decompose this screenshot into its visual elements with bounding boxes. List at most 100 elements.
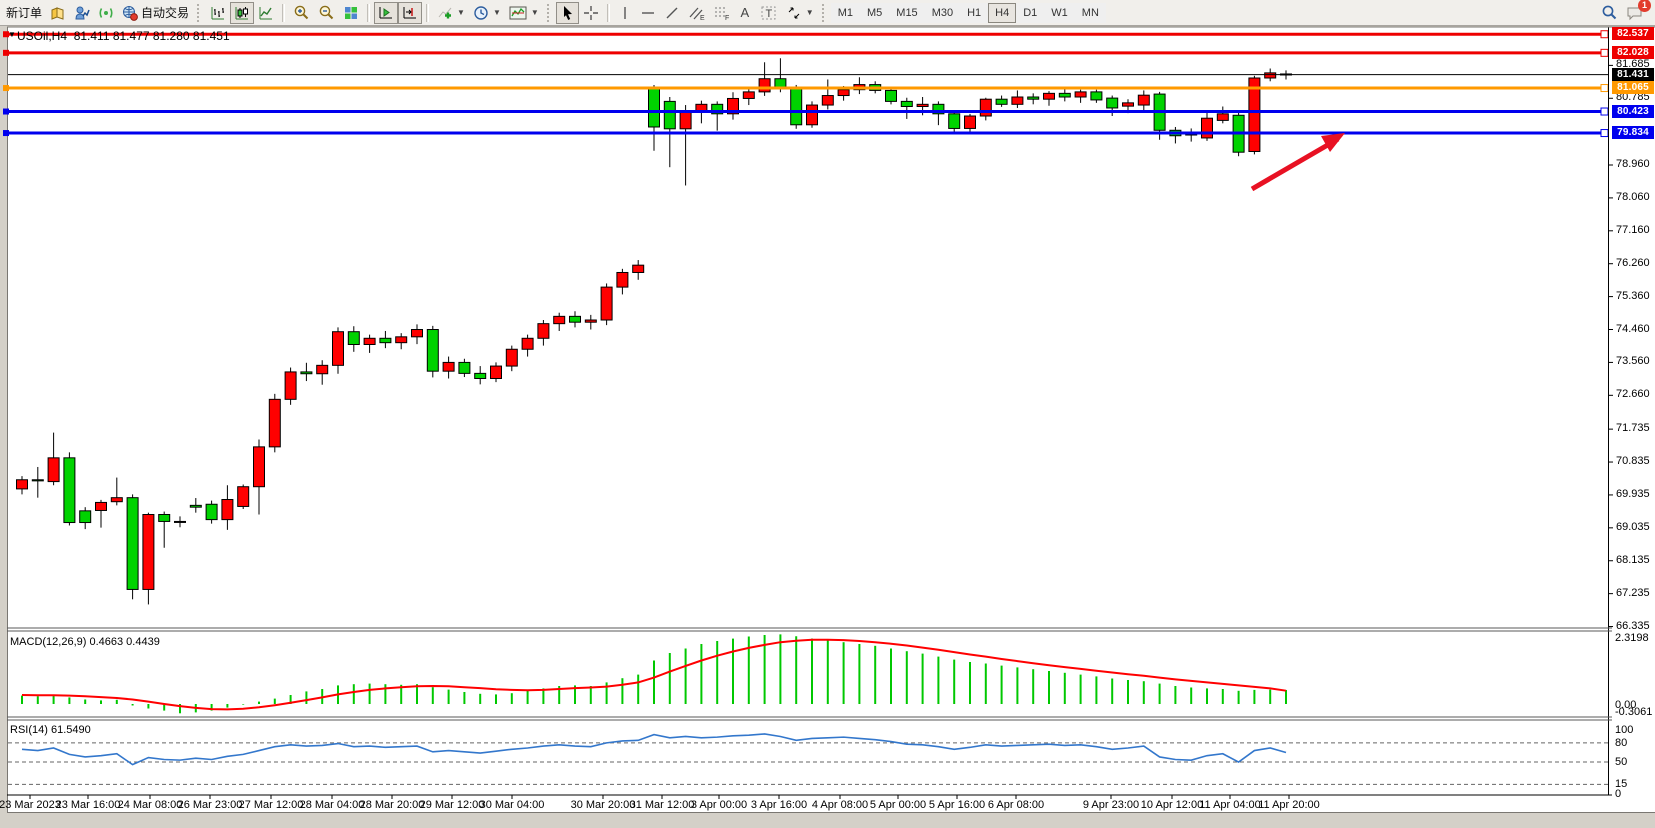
y-axis-tick-label: 78.060 (1616, 191, 1650, 203)
timeframe-button-d1[interactable]: D1 (1016, 3, 1044, 23)
profiles-folder-icon (50, 5, 66, 21)
template-chart-icon (509, 5, 527, 21)
crosshair-button[interactable] (579, 2, 603, 24)
time-axis-label: 30 Mar 04:00 (480, 799, 545, 811)
arrows-tool-icon (786, 5, 802, 21)
search-icon (1601, 4, 1618, 21)
rsi-scale-label: 80 (1615, 737, 1627, 749)
bar-chart-icon (210, 5, 226, 21)
signal-tower-icon (98, 5, 114, 21)
profiles-button[interactable] (46, 2, 70, 24)
timeframe-button-m30[interactable]: M30 (925, 3, 960, 23)
timeframe-button-m15[interactable]: M15 (889, 3, 924, 23)
price-level-box[interactable]: 82.537 (1612, 27, 1654, 40)
auto-scroll-button[interactable] (374, 2, 398, 24)
new-order-label: 新订单 (6, 4, 42, 21)
zoom-out-button[interactable] (314, 2, 339, 24)
timeframe-button-m5[interactable]: M5 (860, 3, 889, 23)
bar-chart-button[interactable] (206, 2, 230, 24)
y-axis-tick-label: 76.260 (1616, 257, 1650, 269)
horizontal-line-button[interactable] (636, 2, 660, 24)
equidistant-channel-button[interactable]: E (684, 2, 709, 24)
periods-button[interactable]: ▼ (469, 2, 505, 24)
indicators-button[interactable]: ▼ (433, 2, 469, 24)
macd-scale-min: -0.3061 (1615, 706, 1652, 718)
auto-trading-button[interactable]: 自动交易 (118, 2, 193, 24)
time-axis-label: 29 Mar 12:00 (420, 799, 485, 811)
time-axis-label: 5 Apr 16:00 (929, 799, 985, 811)
time-axis-label: 3 Apr 16:00 (751, 799, 807, 811)
time-axis-label: 26 Mar 23:00 (178, 799, 243, 811)
chart-shift-button[interactable] (398, 2, 422, 24)
y-axis-tick-label: 68.135 (1616, 554, 1650, 566)
price-level-box[interactable]: 82.028 (1612, 46, 1654, 59)
zoom-in-button[interactable] (289, 2, 314, 24)
toolbar-separator (282, 4, 285, 22)
mt4-window: 新订单 自动交易 (0, 0, 1655, 828)
toolbar-separator (607, 4, 610, 22)
fibonacci-button[interactable]: F (709, 2, 734, 24)
horizontal-line-icon (640, 5, 656, 21)
add-indicator-icon (437, 5, 453, 21)
templates-button[interactable]: ▼ (505, 2, 543, 24)
text-tool-glyph: A (740, 5, 749, 20)
y-axis-tick-label: 71.735 (1616, 422, 1650, 434)
chart-title: USOil,H4 81.411 81.477 81.280 81.451 (17, 29, 230, 43)
timeframe-button-mn[interactable]: MN (1075, 3, 1106, 23)
price-level-box[interactable]: 81.065 (1612, 81, 1654, 94)
timeframe-button-h4[interactable]: H4 (988, 3, 1016, 23)
tile-windows-button[interactable] (339, 2, 363, 24)
toolbar-grip (822, 4, 827, 22)
trendline-button[interactable] (660, 2, 684, 24)
text-label-button[interactable]: T (756, 2, 782, 24)
time-axis-label: 4 Apr 08:00 (812, 799, 868, 811)
dropdown-caret-icon: ▼ (457, 8, 465, 17)
time-axis-label: 6 Apr 08:00 (988, 799, 1044, 811)
timeframe-button-m1[interactable]: M1 (831, 3, 860, 23)
macd-scale-max: 2.3198 (1615, 632, 1649, 644)
dropdown-caret-icon: ▼ (806, 8, 814, 17)
cursor-button[interactable] (556, 2, 579, 24)
globe-icon (122, 5, 138, 21)
candlestick-chart-button[interactable] (230, 2, 254, 24)
vertical-line-button[interactable] (614, 2, 636, 24)
time-axis-label: 27 Mar 12:00 (239, 799, 304, 811)
tile-windows-icon (343, 5, 359, 21)
rsi-scale-label: 100 (1615, 724, 1633, 736)
new-order-button[interactable]: 新订单 (2, 2, 46, 24)
timeframe-button-w1[interactable]: W1 (1044, 3, 1075, 23)
y-axis-tick-label: 77.160 (1616, 224, 1650, 236)
chart-window[interactable] (7, 27, 1655, 813)
text-label-icon: T (760, 5, 778, 21)
zoom-out-icon (318, 4, 335, 21)
crosshair-icon (583, 5, 599, 21)
toolbar-grip (547, 4, 552, 22)
cursor-icon (560, 5, 575, 21)
text-button[interactable]: A (734, 2, 756, 24)
price-level-box[interactable]: 80.423 (1612, 105, 1654, 118)
time-axis-label: 23 Mar 2023 (0, 799, 61, 811)
y-axis-tick-label: 66.335 (1616, 620, 1650, 632)
line-chart-button[interactable] (254, 2, 278, 24)
signals-button[interactable] (94, 2, 118, 24)
y-axis-tick-label: 75.360 (1616, 290, 1650, 302)
time-axis-label: 10 Apr 12:00 (1141, 799, 1203, 811)
notifications-button[interactable]: 1 (1622, 2, 1647, 24)
dropdown-caret-icon: ▼ (493, 8, 501, 17)
person-chart-icon (74, 5, 90, 21)
rsi-label: RSI(14) 61.5490 (10, 724, 91, 736)
search-button[interactable] (1597, 2, 1622, 24)
time-axis-label: 5 Apr 00:00 (870, 799, 926, 811)
price-level-box[interactable]: 79.834 (1612, 126, 1654, 139)
trendline-icon (664, 5, 680, 21)
market-watch-button[interactable] (70, 2, 94, 24)
toolbar: 新订单 自动交易 (0, 0, 1655, 26)
arrows-button[interactable]: ▼ (782, 2, 818, 24)
zoom-in-icon (293, 4, 310, 21)
line-chart-icon (258, 5, 274, 21)
timeframe-button-h1[interactable]: H1 (960, 3, 988, 23)
time-axis-label: 24 Mar 08:00 (118, 799, 183, 811)
candlestick-chart-icon (234, 5, 250, 21)
time-axis-label: 23 Mar 16:00 (56, 799, 121, 811)
time-axis-label: 31 Mar 12:00 (630, 799, 695, 811)
